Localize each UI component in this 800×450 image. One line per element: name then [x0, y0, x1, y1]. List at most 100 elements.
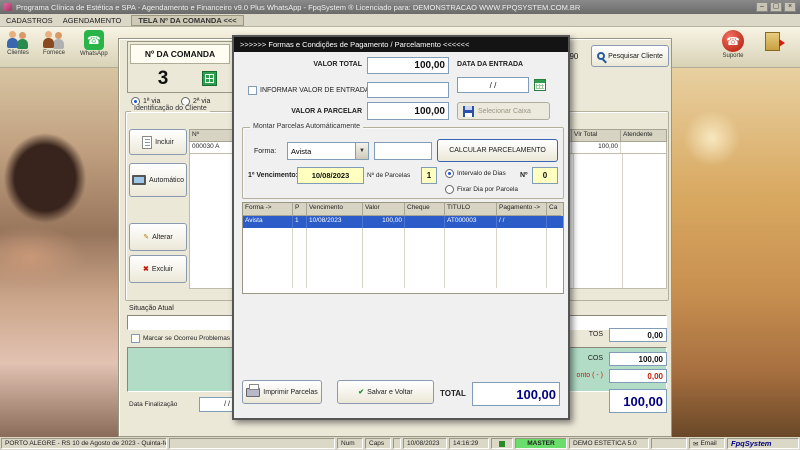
forma-label: Forma: — [254, 148, 277, 155]
window-controls: – ▢ × — [756, 2, 796, 12]
toolbar-whatsapp-button[interactable]: ☎ WhatsApp — [80, 30, 108, 57]
exit-door-icon — [765, 32, 785, 51]
menu-agendamento[interactable]: AGENDAMENTO — [63, 16, 122, 25]
dialog-total-field: 100,00 — [472, 382, 560, 406]
payment-dialog-title: >>>>>> Formas e Condições de Pagamento /… — [240, 40, 470, 49]
app-window: Programa Clínica de Estética e SPA - Age… — [0, 0, 800, 450]
grid-col-vlr-total: Vlr Total — [572, 130, 621, 141]
col-p: P — [293, 203, 307, 216]
maximize-icon[interactable]: ▢ — [770, 2, 782, 12]
menu-cadastros[interactable]: CADASTROS — [6, 16, 53, 25]
fixar-dia-radio[interactable]: Fixar Dia por Parcela — [445, 185, 518, 194]
alterar-button[interactable]: ✎ Alterar — [129, 223, 187, 251]
toolbar-fornecedores-label: Fornece — [42, 50, 65, 56]
grid-cell-atendente — [621, 142, 666, 153]
problema-checkbox[interactable]: Marcar se Ocorreu Problemas no — [131, 334, 239, 343]
chevron-down-icon: ▼ — [355, 143, 368, 159]
parcela-row-selected[interactable]: Avista 1 10/08/2023 100,00 AT000003 / / — [243, 216, 563, 228]
calculator-icon[interactable] — [202, 71, 217, 86]
toolbar-clientes-button[interactable]: Clientes — [6, 31, 30, 56]
desconto-value: 0,00 — [609, 369, 667, 383]
intervalo-dias-radio[interactable]: Intervalo de Dias — [445, 169, 506, 178]
num-dias-field[interactable]: 0 — [532, 167, 558, 184]
app-icon — [4, 3, 12, 11]
data-entrada-calendar-icon[interactable] — [534, 79, 546, 91]
statusbar: PORTO ALEGRE - RS 10 de Agosto de 2023 -… — [0, 437, 800, 450]
salvar-voltar-label: Salvar e Voltar — [367, 388, 413, 396]
parcela-row-empty — [243, 240, 563, 252]
pesquisar-cliente-label: Pesquisar Cliente — [608, 52, 663, 60]
via2-label: 2ª via — [193, 98, 211, 105]
statusbar-location: PORTO ALEGRE - RS 10 de Agosto de 2023 -… — [1, 438, 167, 449]
whatsapp-icon: ☎ — [83, 30, 104, 50]
statusbar-email[interactable]: ✉ Email — [689, 438, 725, 449]
valor-parcelar-label: VALOR A PARCELAR — [291, 108, 362, 115]
montar-group-label: Montar Parcelas Automáticamente — [250, 123, 363, 130]
whatsapp-phone-glyph: ☎ — [86, 34, 101, 47]
toolbar-exit-button[interactable] — [765, 32, 785, 51]
clients-icon — [6, 31, 30, 49]
data-entrada-field[interactable]: / / — [457, 77, 529, 93]
selecionar-caixa-button[interactable]: Selecionar Caixa — [457, 102, 550, 120]
problema-checkbox-label: Marcar se Ocorreu Problemas no — [143, 335, 240, 342]
parcela-row-empty — [243, 264, 563, 276]
monitor-icon — [131, 175, 146, 185]
statusbar-indicator — [491, 438, 513, 449]
informar-entrada-checkbox-box — [248, 86, 257, 95]
totals-value-2: 100,00 — [609, 352, 667, 366]
indicator-icon — [499, 440, 505, 447]
payment-dialog-titlebar[interactable]: >>>>>> Formas e Condições de Pagamento /… — [234, 37, 568, 52]
imprimir-parcelas-button[interactable]: Imprimir Parcelas — [242, 380, 322, 404]
toolbar-suporte-button[interactable]: ☎ Suporte — [722, 30, 744, 59]
fpqsystem-logo: FpqSystem — [731, 439, 772, 448]
valor-entrada-field[interactable] — [367, 82, 449, 98]
active-screen-tab[interactable]: TELA Nº DA COMANDA <<< — [131, 14, 244, 26]
forma-value: Avista — [291, 146, 312, 156]
comanda-header-box: Nº DA COMANDA 3 — [127, 41, 233, 93]
incluir-button[interactable]: Incluir — [129, 129, 187, 155]
forma-extra-field[interactable] — [374, 142, 432, 160]
close-icon[interactable]: × — [784, 2, 796, 12]
comanda-number-label: Nº DA COMANDA — [130, 44, 230, 64]
situacao-label: Situação Atual — [129, 305, 174, 312]
incluir-label: Incluir — [155, 138, 174, 146]
data-finalizacao-label: Data Finalização — [129, 401, 178, 408]
statusbar-caps: Caps — [365, 438, 391, 449]
printer-icon — [246, 383, 261, 397]
statusbar-brand: FpqSystem — [727, 438, 799, 449]
salvar-voltar-button[interactable]: ✔ Salvar e Voltar — [337, 380, 434, 404]
col-ca: Ca — [547, 203, 561, 216]
minimize-icon[interactable]: – — [756, 2, 768, 12]
alterar-label: Alterar — [152, 233, 173, 241]
data-entrada-label: DATA DA ENTRADA — [457, 61, 524, 68]
toolbar-fornecedores-button[interactable]: Fornece — [42, 31, 66, 56]
calcular-parcelamento-button[interactable]: CALCULAR PARCELAMENTO — [437, 139, 558, 162]
pesquisar-cliente-button[interactable]: Pesquisar Cliente — [591, 45, 669, 67]
problema-checkbox-box — [131, 334, 140, 343]
fixar-dia-radio-circle — [445, 185, 454, 194]
cell-cheque — [405, 216, 445, 228]
dialog-total-label: TOTAL — [440, 389, 466, 398]
col-titulo: TITULO — [445, 203, 497, 216]
vencimento-field[interactable]: 10/08/2023 — [297, 167, 364, 184]
forma-combobox[interactable]: Avista ▼ — [287, 142, 369, 160]
grid-cell-no: 000030 A — [190, 142, 234, 153]
statusbar-blank — [169, 438, 335, 449]
cell-forma: Avista — [243, 216, 293, 228]
parcelas-field[interactable]: 1 — [421, 167, 437, 184]
excluir-button[interactable]: ✖ Excluir — [129, 255, 187, 283]
toolbar-suporte-label: Suporte — [722, 53, 744, 59]
vencimento-label: 1º Vencimento: — [248, 172, 299, 179]
spa-photo-left — [0, 68, 118, 437]
statusbar-user: MASTER — [515, 438, 567, 449]
col-vencimento: Vencimento — [307, 203, 363, 216]
statusbar-num: Num — [337, 438, 363, 449]
statusbar-email-label: Email — [700, 440, 717, 447]
calcular-parcelamento-label: CALCULAR PARCELAMENTO — [449, 147, 546, 154]
client-group-label: Identificação do Cliente — [131, 105, 210, 112]
automatico-button[interactable]: Automático — [129, 163, 187, 197]
informar-entrada-checkbox[interactable]: INFORMAR VALOR DE ENTRADA — [248, 86, 370, 95]
parcela-row-empty — [243, 228, 563, 240]
col-pagamento: Pagamento -> — [497, 203, 547, 216]
support-phone-icon: ☎ — [722, 30, 744, 52]
